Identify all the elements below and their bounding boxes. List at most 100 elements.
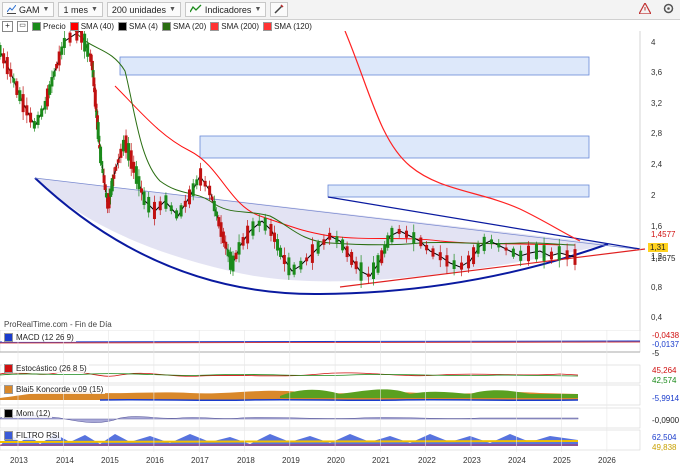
legend-item-label: SMA (40) — [80, 22, 115, 31]
panel-title-koncorde[interactable]: Blai5 Koncorde v.09 (15) — [2, 385, 106, 394]
candle-body — [549, 251, 553, 260]
symbol-selector[interactable]: GAM ▼ — [2, 2, 55, 17]
legend-price[interactable]: Precio — [32, 22, 66, 31]
candle-body — [203, 180, 207, 187]
settings-icon[interactable] — [663, 3, 674, 16]
panel-swatch — [4, 409, 13, 418]
candle-body — [431, 248, 435, 257]
price-tick: 2,8 — [651, 129, 663, 138]
candle-body — [86, 43, 90, 57]
candle-body — [134, 166, 138, 184]
price-chart[interactable] — [0, 31, 680, 341]
price-tick: 3,6 — [651, 68, 663, 77]
candle-body — [438, 252, 442, 261]
watermark: ProRealTime.com - Fin de Día — [4, 320, 112, 329]
price-tick: 0,8 — [651, 283, 663, 292]
candle-body — [573, 249, 577, 265]
legend-swatch — [263, 22, 273, 31]
candle-body — [366, 273, 370, 277]
candle-body — [147, 196, 151, 213]
candle-body — [132, 161, 136, 173]
candle-body — [179, 205, 183, 217]
candle-body — [169, 205, 173, 212]
candle-body — [9, 69, 13, 77]
candle-body — [60, 46, 64, 55]
candle-body — [269, 224, 273, 236]
candle-body — [305, 257, 309, 262]
candle-body — [29, 112, 33, 123]
candle-body — [383, 244, 387, 254]
candle-body — [241, 237, 245, 246]
price-tick: 4 — [651, 38, 656, 47]
zone-rect — [327, 184, 590, 198]
candle-body — [386, 235, 390, 248]
price-tag-sma: 1,2675 — [651, 254, 676, 263]
year-label: 2020 — [327, 456, 345, 465]
candle-body — [445, 255, 449, 267]
legend-swatch — [210, 22, 220, 31]
panel-title-macd[interactable]: MACD (12 26 9) — [2, 333, 76, 342]
candle-body — [257, 220, 261, 226]
legend-swatch — [69, 22, 79, 31]
candle-body — [345, 246, 349, 258]
drawing-tools-button[interactable] — [270, 2, 289, 17]
candle-body — [292, 264, 296, 275]
candle-body — [251, 221, 255, 236]
candle-body — [263, 217, 267, 231]
candle-body — [18, 90, 22, 102]
legend-item-sma20[interactable]: SMA (20) — [161, 22, 206, 31]
candle-body — [228, 251, 232, 270]
candle-body — [210, 196, 214, 200]
panel-swatch — [4, 385, 13, 394]
indicators-icon — [189, 4, 202, 15]
candle-body — [354, 261, 358, 270]
year-label: 2026 — [598, 456, 616, 465]
indicators-button[interactable]: Indicadores ▼ — [184, 2, 267, 17]
candle-body — [114, 166, 118, 171]
candle-body — [316, 242, 320, 254]
candle-body — [425, 244, 429, 251]
chart-type-icon — [6, 4, 17, 14]
period-selector[interactable]: 1 mes ▼ — [58, 2, 103, 17]
year-label: 2024 — [508, 456, 526, 465]
candle-body — [129, 150, 133, 169]
candle-body — [102, 175, 106, 183]
legend-item-sma4[interactable]: SMA (4) — [118, 22, 158, 31]
stochastic-value: 42,574 — [652, 376, 677, 385]
macd-value: -0,0438 — [652, 331, 680, 340]
legend-item-label: SMA (200) — [221, 22, 260, 31]
chevron-down-icon: ▼ — [90, 6, 98, 13]
legend-swatch — [161, 22, 171, 31]
candle-body — [40, 108, 44, 117]
candle-body — [412, 232, 416, 244]
legend-item-sma200[interactable]: SMA (200) — [210, 22, 259, 31]
candle-body — [467, 255, 471, 269]
year-label: 2016 — [146, 456, 164, 465]
macd-scale: -5 — [652, 349, 660, 358]
candle-body — [472, 247, 476, 265]
candle-body — [137, 176, 141, 190]
panel-title-momentum[interactable]: Mom (12) — [2, 409, 53, 418]
candle-body — [55, 63, 59, 69]
candle-body — [199, 168, 203, 186]
year-label: 2021 — [372, 456, 390, 465]
macd-value: -0,0137 — [652, 340, 680, 349]
candle-body — [75, 31, 79, 41]
candle-body — [380, 250, 384, 264]
momentum-value: -0,0900 — [652, 416, 680, 425]
panel-title-rsi-filter[interactable]: FILTRO RSI — [2, 431, 62, 440]
panel-title-label: MACD (12 26 9) — [16, 333, 74, 342]
legend-item-sma120[interactable]: SMA (120) — [263, 22, 312, 31]
candle-body — [124, 135, 128, 153]
candle-body — [25, 105, 29, 116]
panel-title-stochastic[interactable]: Estocástico (26 8 5) — [2, 364, 89, 373]
candle-body — [419, 237, 423, 247]
rsi-yellow-line — [0, 440, 579, 443]
alert-icon[interactable] — [637, 1, 653, 16]
panel-title-label: Estocástico (26 8 5) — [16, 364, 87, 373]
candle-body — [504, 247, 508, 251]
candle-body — [452, 260, 456, 269]
units-selector[interactable]: 200 unidades ▼ — [106, 2, 181, 17]
legend-item-sma40[interactable]: SMA (40) — [69, 22, 115, 31]
candle-body — [50, 77, 54, 87]
